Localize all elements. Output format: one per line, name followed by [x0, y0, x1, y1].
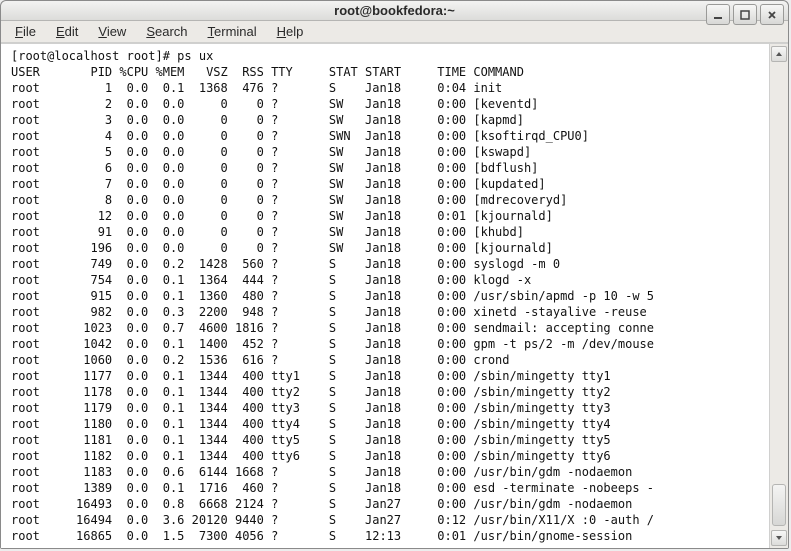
scrollbar[interactable] — [769, 44, 788, 548]
menu-search[interactable]: Search — [136, 21, 197, 42]
close-button[interactable] — [760, 4, 784, 25]
scrollbar-track[interactable] — [772, 64, 786, 528]
terminal-output[interactable]: [root@localhost root]# ps ux USER PID %C… — [1, 44, 769, 548]
titlebar[interactable]: root@bookfedora:~ — [1, 1, 788, 21]
maximize-button[interactable] — [733, 4, 757, 25]
window-buttons — [706, 4, 784, 25]
menu-help[interactable]: Help — [267, 21, 314, 42]
scroll-up-button[interactable] — [771, 46, 787, 62]
window-title: root@bookfedora:~ — [1, 3, 788, 18]
menu-edit[interactable]: Edit — [46, 21, 88, 42]
menu-terminal[interactable]: Terminal — [198, 21, 267, 42]
menu-file[interactable]: File — [5, 21, 46, 42]
minimize-button[interactable] — [706, 4, 730, 25]
menubar: File Edit View Search Terminal Help — [1, 21, 788, 43]
content-area: [root@localhost root]# ps ux USER PID %C… — [1, 43, 788, 548]
scroll-down-button[interactable] — [771, 530, 787, 546]
scrollbar-thumb[interactable] — [772, 484, 786, 526]
terminal-window: root@bookfedora:~ File Edit View Search … — [0, 0, 789, 549]
menu-view[interactable]: View — [88, 21, 136, 42]
